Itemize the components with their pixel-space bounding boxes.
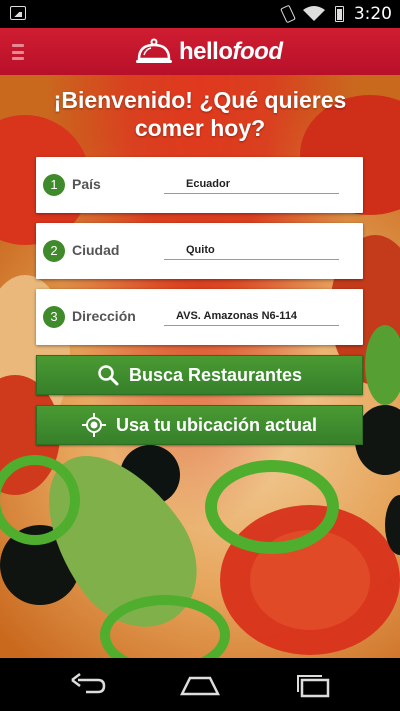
cloche-icon (136, 38, 172, 63)
brand-name: hellofood (179, 38, 283, 65)
system-nav-bar (0, 658, 400, 711)
wifi-icon (302, 6, 325, 22)
recent-apps-icon[interactable] (292, 672, 332, 698)
step-number: 1 (43, 174, 65, 196)
country-select[interactable]: Ecuador (164, 172, 339, 194)
city-label: Ciudad (72, 242, 120, 258)
address-label: Dirección (72, 308, 136, 324)
status-bar: 3:20 (0, 0, 400, 28)
search-restaurants-button[interactable]: Busca Restaurantes (36, 355, 363, 395)
step-number: 3 (43, 306, 65, 328)
step-number: 2 (43, 240, 65, 262)
city-field[interactable]: 2 Ciudad Quito (36, 223, 363, 279)
city-select[interactable]: Quito (164, 238, 339, 260)
app-bar: hellofood (0, 28, 400, 75)
address-input[interactable]: AVS. Amazonas N6-114 (164, 304, 339, 326)
address-field[interactable]: 3 Dirección AVS. Amazonas N6-114 (36, 289, 363, 345)
search-restaurants-label: Busca Restaurantes (128, 364, 303, 385)
search-icon (98, 365, 119, 386)
use-current-location-label: Usa tu ubicación actual (115, 414, 318, 435)
country-label: País (72, 176, 101, 192)
brand-logo: hellofood (135, 34, 283, 70)
image-icon (10, 6, 26, 20)
location-crosshair-icon (81, 413, 106, 437)
welcome-headline: ¡Bienvenido! ¿Qué quieres comer hoy? (53, 87, 347, 141)
menu-icon[interactable] (12, 44, 24, 60)
status-time: 3:20 (353, 4, 392, 24)
back-icon[interactable] (68, 672, 108, 698)
home-icon[interactable] (180, 672, 220, 698)
country-field[interactable]: 1 País Ecuador (36, 157, 363, 213)
battery-icon (334, 6, 344, 22)
status-icons: 3:20 (279, 4, 392, 24)
use-current-location-button[interactable]: Usa tu ubicación actual (36, 405, 363, 445)
phone-icon (279, 4, 296, 24)
